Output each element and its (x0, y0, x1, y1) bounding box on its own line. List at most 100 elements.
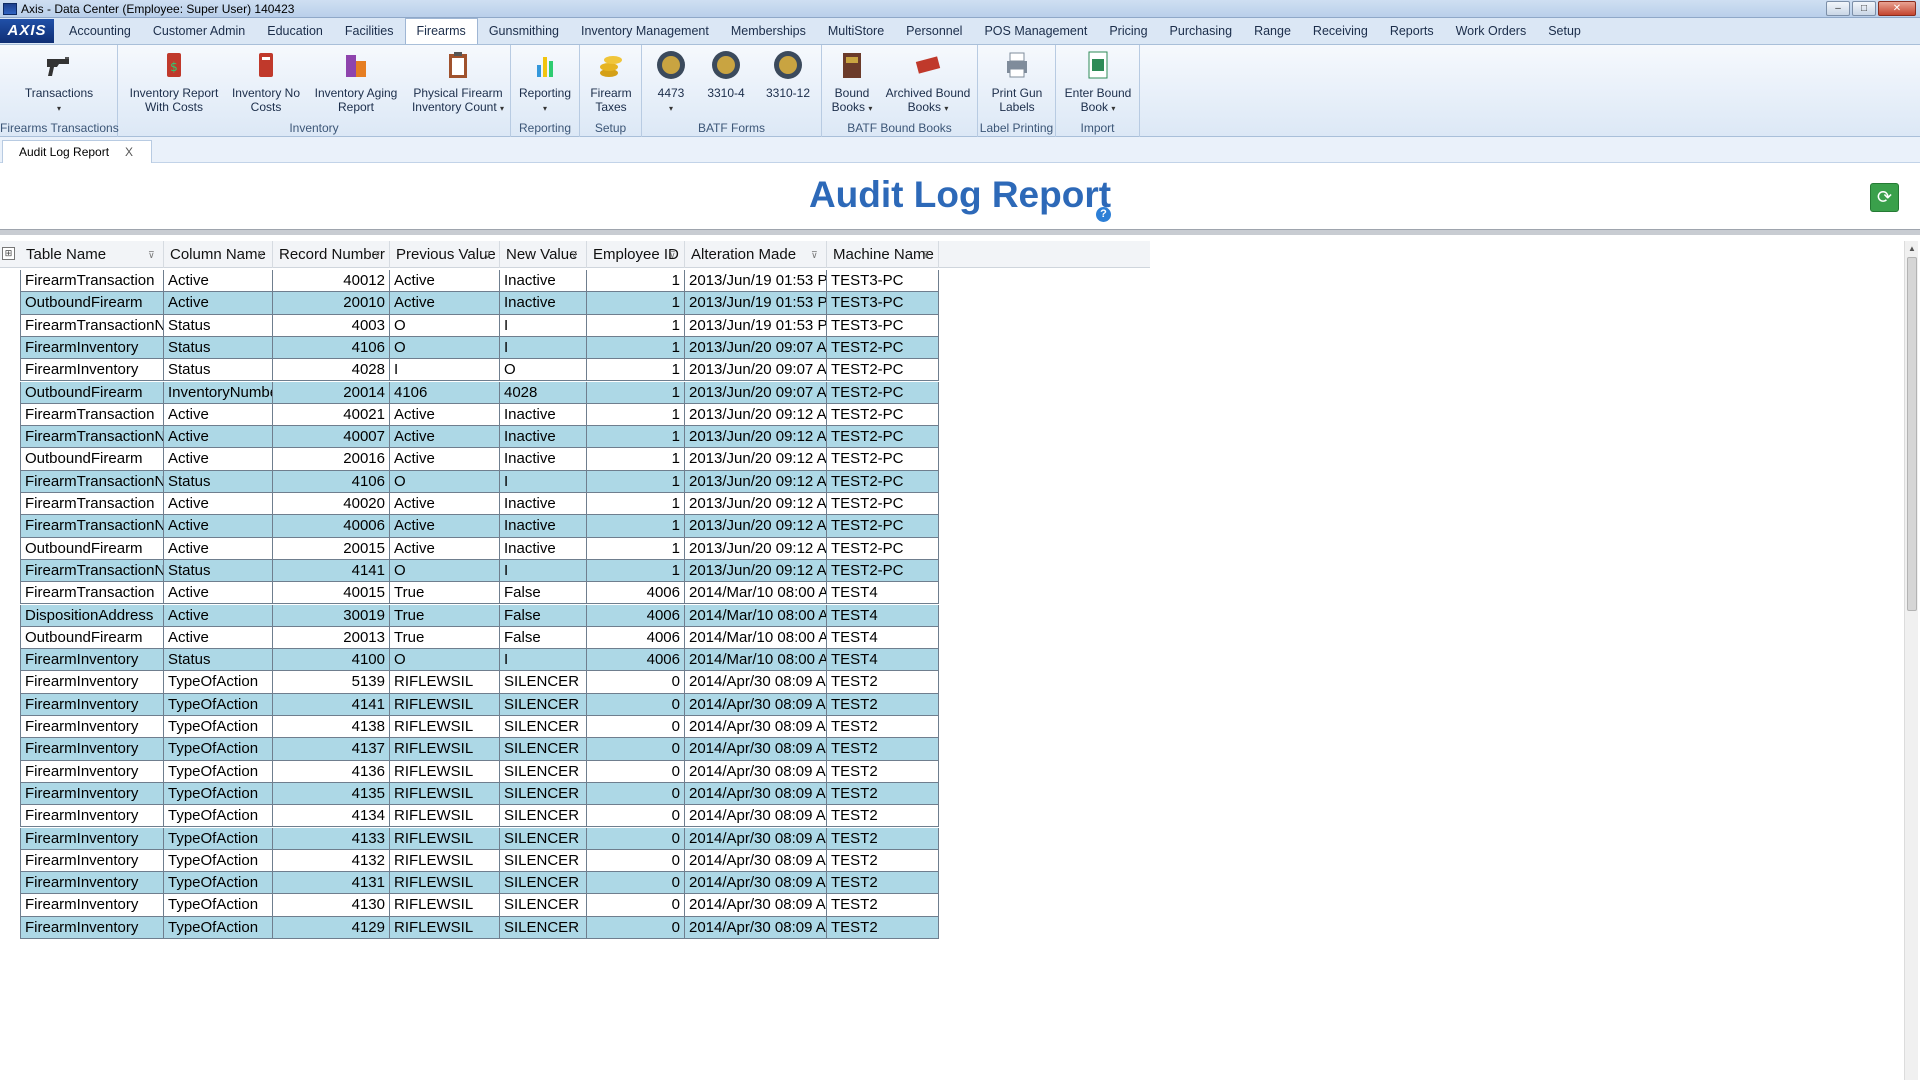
cell-alteration-made[interactable]: 2013/Jun/19 01:53 PM (685, 314, 827, 337)
menu-tab-personnel[interactable]: Personnel (895, 19, 973, 44)
filter-icon[interactable]: ⊽ (669, 250, 679, 260)
cell-table-name[interactable]: FirearmTransactionNote (20, 470, 164, 493)
cell-table-name[interactable]: FirearmInventory (20, 916, 164, 939)
cell-machine-name[interactable]: TEST2-PC (827, 336, 939, 360)
form-4473-button[interactable]: 4473 ▾ (646, 49, 696, 116)
cell-table-name[interactable]: OutboundFirearm (20, 381, 164, 404)
cell-record-number[interactable]: 4100 (273, 649, 390, 672)
cell-record-number[interactable]: 40007 (273, 426, 390, 449)
cell-record-number[interactable]: 40020 (273, 493, 390, 516)
cell-alteration-made[interactable]: 2014/Apr/30 08:09 AM (685, 716, 827, 739)
menu-tab-memberships[interactable]: Memberships (720, 19, 817, 44)
cell-alteration-made[interactable]: 2013/Jun/20 09:12 AM (685, 403, 827, 427)
cell-new-value[interactable]: Inactive (500, 403, 587, 427)
cell-table-name[interactable]: FirearmInventory (20, 671, 164, 694)
cell-employee-id[interactable]: 0 (587, 693, 685, 716)
cell-machine-name[interactable]: TEST4 (827, 604, 939, 627)
cell-previous-value[interactable]: RIFLEWSIL (390, 916, 500, 939)
cell-previous-value[interactable]: True (390, 626, 500, 650)
cell-record-number[interactable]: 4134 (273, 805, 390, 828)
cell-employee-id[interactable]: 1 (587, 537, 685, 560)
cell-column-name[interactable]: Active (164, 515, 273, 538)
cell-machine-name[interactable]: TEST3-PC (827, 314, 939, 337)
cell-employee-id[interactable]: 0 (587, 782, 685, 806)
cell-record-number[interactable]: 4106 (273, 470, 390, 493)
cell-machine-name[interactable]: TEST2 (827, 827, 939, 850)
form-3310-12-button[interactable]: 3310-12 (758, 49, 818, 100)
cell-new-value[interactable]: False (500, 604, 587, 627)
cell-employee-id[interactable]: 0 (587, 671, 685, 694)
cell-machine-name[interactable]: TEST2-PC (827, 493, 939, 516)
menu-tab-receiving[interactable]: Receiving (1302, 19, 1379, 44)
cell-record-number[interactable]: 4141 (273, 693, 390, 716)
form-3310-4-button[interactable]: 3310-4 (700, 49, 752, 100)
cell-previous-value[interactable]: RIFLEWSIL (390, 760, 500, 783)
cell-employee-id[interactable]: 1 (587, 403, 685, 427)
cell-previous-value[interactable]: RIFLEWSIL (390, 716, 500, 739)
enter-bound-book-button[interactable]: Enter Bound Book ▾ (1060, 49, 1136, 116)
cell-alteration-made[interactable]: 2013/Jun/20 09:12 AM (685, 515, 827, 538)
cell-column-name[interactable]: Active (164, 582, 273, 605)
cell-employee-id[interactable]: 1 (587, 559, 685, 583)
table-row[interactable]: OutboundFirearm Active 20016 Active Inactive… (20, 448, 1150, 471)
table-row[interactable]: FirearmInventory TypeOfAction 4130 RIFLEWSI… (20, 894, 1150, 917)
cell-record-number[interactable]: 4133 (273, 827, 390, 850)
cell-previous-value[interactable]: Active (390, 448, 500, 471)
table-row[interactable]: FirearmInventory TypeOfAction 4136 RIFLEWSI… (20, 760, 1150, 783)
table-row[interactable]: FirearmTransaction Active 40012 Active Inact… (20, 270, 1150, 293)
filter-icon[interactable]: ⊽ (811, 250, 821, 260)
cell-machine-name[interactable]: TEST4 (827, 582, 939, 605)
cell-column-name[interactable]: Status (164, 336, 273, 360)
minimize-button[interactable]: – (1826, 1, 1850, 16)
table-row[interactable]: FirearmInventory TypeOfAction 4133 RIFLEWSI… (20, 827, 1150, 850)
cell-previous-value[interactable]: RIFLEWSIL (390, 894, 500, 917)
vertical-scrollbar[interactable]: ▲ (1904, 241, 1918, 1080)
cell-previous-value[interactable]: RIFLEWSIL (390, 827, 500, 850)
cell-new-value[interactable]: SILENCER (500, 716, 587, 739)
cell-previous-value[interactable]: 4106 (390, 381, 500, 404)
cell-employee-id[interactable]: 1 (587, 426, 685, 449)
cell-new-value[interactable]: Inactive (500, 448, 587, 471)
cell-column-name[interactable]: TypeOfAction (164, 894, 273, 917)
cell-employee-id[interactable]: 1 (587, 448, 685, 471)
inventory-aging-report-button[interactable]: Inventory Aging Report (310, 49, 402, 114)
cell-column-name[interactable]: Active (164, 493, 273, 516)
cell-column-name[interactable]: TypeOfAction (164, 760, 273, 783)
cell-record-number[interactable]: 40015 (273, 582, 390, 605)
inventory-no-costs-button[interactable]: Inventory No Costs (226, 49, 306, 114)
table-row[interactable]: FirearmInventory Status 4028 I O 1 2013/Jun/20… (20, 359, 1150, 382)
cell-employee-id[interactable]: 1 (587, 515, 685, 538)
menu-tab-firearms[interactable]: Firearms (404, 18, 478, 44)
scrollbar-thumb[interactable] (1907, 257, 1917, 611)
cell-machine-name[interactable]: TEST2 (827, 671, 939, 694)
cell-previous-value[interactable]: RIFLEWSIL (390, 805, 500, 828)
cell-table-name[interactable]: OutboundFirearm (20, 626, 164, 650)
maximize-button[interactable]: □ (1852, 1, 1876, 16)
column-header-new-value[interactable]: New Value ⊽ (500, 241, 587, 268)
cell-machine-name[interactable]: TEST4 (827, 626, 939, 650)
cell-record-number[interactable]: 20010 (273, 292, 390, 315)
table-row[interactable]: FirearmInventory TypeOfAction 4131 RIFLEWSI… (20, 872, 1150, 895)
cell-machine-name[interactable]: TEST2-PC (827, 426, 939, 449)
cell-alteration-made[interactable]: 2013/Jun/20 09:07 AM (685, 359, 827, 382)
physical-firearm-inventory-count-button[interactable]: Physical Firearm Inventory Count ▾ (408, 49, 508, 116)
menu-tab-pricing[interactable]: Pricing (1098, 19, 1158, 44)
cell-machine-name[interactable]: TEST2-PC (827, 559, 939, 583)
cell-table-name[interactable]: FirearmTransaction (20, 493, 164, 516)
cell-column-name[interactable]: TypeOfAction (164, 693, 273, 716)
column-chooser-icon[interactable]: ⊞ (2, 247, 15, 260)
cell-previous-value[interactable]: RIFLEWSIL (390, 782, 500, 806)
column-header-machine-name[interactable]: Machine Name ⊽ (827, 241, 939, 268)
table-row[interactable]: FirearmInventory TypeOfAction 4138 RIFLEWSI… (20, 716, 1150, 739)
cell-column-name[interactable]: InventoryNumber (164, 381, 273, 404)
column-header-employee-id[interactable]: Employee ID ⊽ (587, 241, 685, 268)
axis-logo[interactable]: AXIS (0, 19, 54, 43)
cell-table-name[interactable]: FirearmInventory (20, 872, 164, 895)
cell-new-value[interactable]: SILENCER (500, 827, 587, 850)
cell-new-value[interactable]: Inactive (500, 426, 587, 449)
cell-column-name[interactable]: TypeOfAction (164, 849, 273, 873)
cell-column-name[interactable]: TypeOfAction (164, 805, 273, 828)
cell-table-name[interactable]: FirearmTransaction (20, 270, 164, 293)
cell-column-name[interactable]: Active (164, 604, 273, 627)
cell-employee-id[interactable]: 0 (587, 716, 685, 739)
